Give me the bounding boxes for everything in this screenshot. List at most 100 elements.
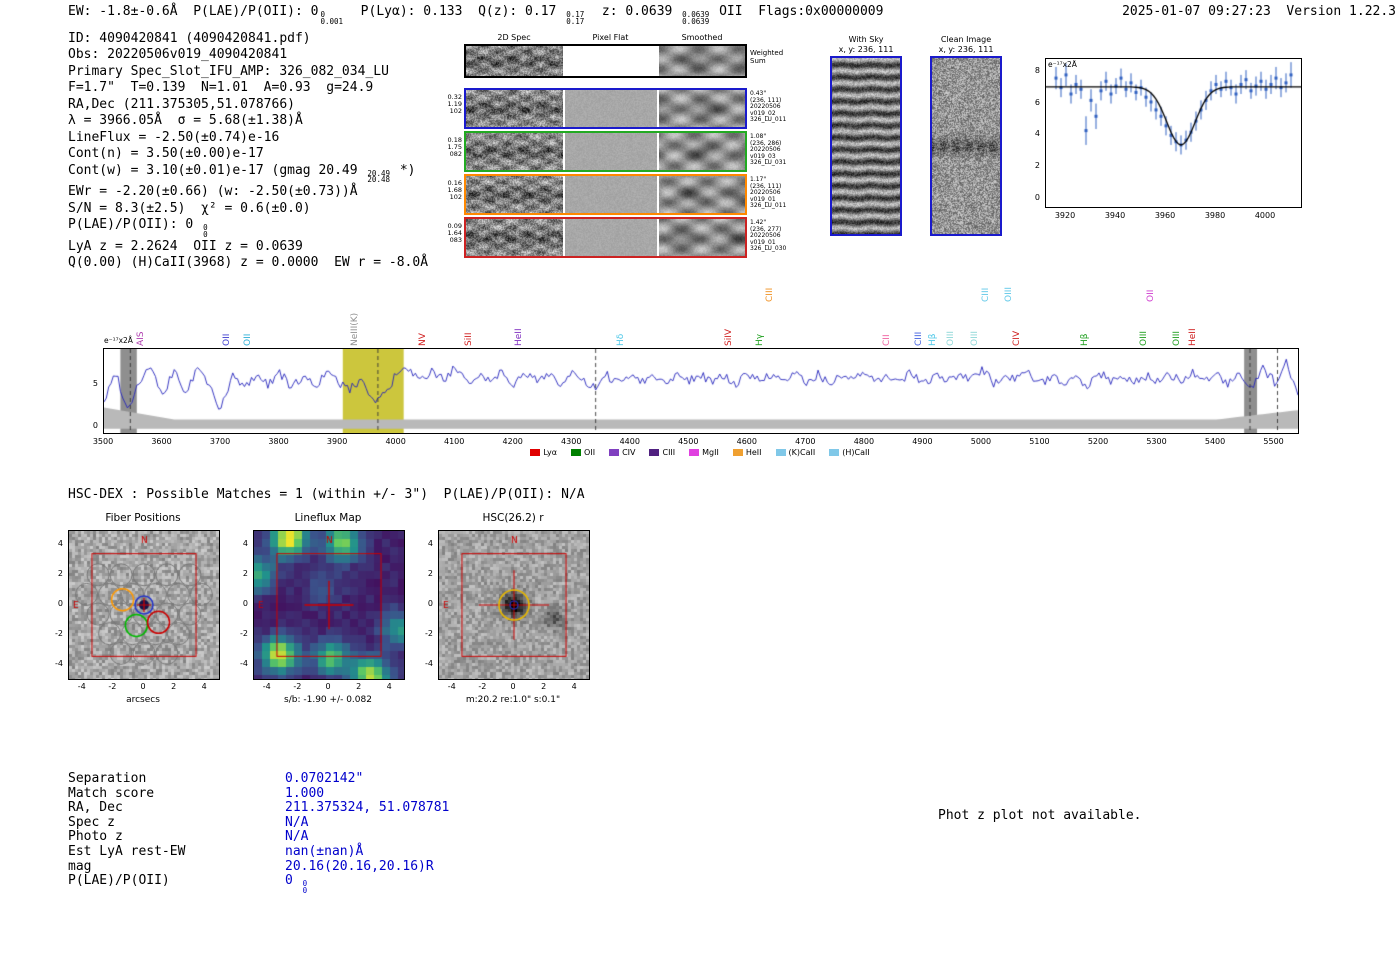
y-tick-label: 4 (1034, 129, 1040, 139)
x-tick-label: 4 (201, 682, 207, 691)
x-tick-label: 5000 (970, 437, 992, 446)
weighted-sum-label-line2: Sum (750, 56, 766, 65)
match-row: P(LAE)/P(OII) 0 00 (68, 873, 449, 895)
x-tick-label: 4000 (385, 437, 406, 446)
info-line: F=1.7" T=0.139 N=1.01 A=0.93 g=24.9 (68, 80, 374, 96)
x-tick-label: 4300 (561, 437, 582, 446)
spec2d-row1-canvas-c (659, 133, 745, 170)
x-tick-label: 3700 (209, 437, 231, 446)
x-tick-label: 4 (386, 682, 392, 691)
x-tick-label: 5500 (1263, 437, 1284, 446)
stacked-value: 00 (302, 879, 308, 895)
stacked-value: 0.17 0.17 (566, 10, 585, 26)
spec2d-row (464, 88, 747, 129)
y-tick-label: 0 (427, 599, 433, 608)
lineflux-map-title: Lineflux Map (294, 512, 362, 524)
x-tick-label: 3900 (326, 437, 348, 446)
x-tick-label: 4600 (736, 437, 757, 446)
match-row-label: P(LAE)/P(OII) (68, 873, 170, 889)
lineflux-xlabel: s/b: -1.90 +/- 0.082 (284, 695, 372, 705)
emission-line-label: Hβ (1080, 333, 1091, 346)
info-line: Primary Spec_Slot_IFU_AMP: 326_082_034_L… (68, 63, 389, 79)
info-line: ID: 4090420841 (4090420841.pdf) (68, 31, 311, 46)
x-tick-label: 0 (140, 682, 146, 691)
spec2d-row-annotations: 1.08" (236, 286) 20220506 v019_03 326_LU_031 (750, 133, 787, 167)
with-sky-title: With Sky (848, 35, 884, 44)
x-tick-label: 3980 (1204, 211, 1226, 220)
spectrum-legend: Lyα OII CIV CIII MgII HeII (K)CaII (H)CaII (103, 448, 1297, 457)
spec2d-row0-canvas-b (565, 90, 657, 127)
info-line: S/N = 8.3(±2.5) χ² = 0.6(±0.0) (68, 200, 311, 216)
emission-line-label: CIII (980, 287, 991, 302)
emission-line-label: CIV (1012, 330, 1023, 346)
y-tick-label: 0 (92, 421, 98, 431)
clean-image-coords: x, y: 236, 111 (938, 45, 994, 54)
spec2d-row3-canvas-c (659, 219, 745, 256)
x-tick-label: 4900 (912, 437, 933, 446)
x-tick-label: 4400 (619, 437, 640, 446)
fiber-positions-title: Fiber Positions (105, 512, 181, 524)
x-tick-label: 0 (510, 682, 516, 691)
stacked-value: 0 0.001 (320, 10, 344, 26)
line-fit-units-label: e⁻¹⁷x2Å (1048, 60, 1077, 69)
elixer-report: EW: -1.8±-0.6Å P(LAE)/P(OII): 0 0 0.001 P(… (0, 0, 1400, 953)
y-tick-label: 2 (1034, 161, 1040, 171)
match-row-value: nan(±nan)Å (285, 843, 364, 859)
x-tick-label: -2 (293, 682, 302, 691)
spec2d-weighted-row (464, 44, 747, 78)
emission-line-label: OII (222, 333, 233, 346)
emission-line-label: AIS (136, 331, 147, 346)
emission-line-label: OIII (1138, 330, 1149, 346)
header-timestamp-version: 2025-01-07 09:27:23 Version 1.22.3 (1122, 4, 1396, 19)
fiber-positions-canvas (69, 531, 219, 679)
legend-item: (H)CaII (829, 448, 870, 457)
y-tick-label: 0 (57, 599, 63, 608)
x-tick-label: 4800 (853, 437, 875, 446)
x-tick-label: -4 (77, 682, 86, 691)
match-row-label: RA, Dec (68, 800, 123, 816)
match-row-value: N/A (285, 829, 309, 845)
hsc-cutout-canvas (439, 531, 589, 679)
match-row-value: 0 00 (285, 873, 308, 895)
x-tick-label: 3920 (1054, 211, 1076, 220)
y-tick-label: -4 (55, 659, 63, 669)
match-row-label: mag (68, 858, 92, 874)
spec2d-row1-canvas-a (466, 133, 563, 170)
spec2d-row1-canvas-b (565, 133, 657, 170)
spec2d-row2-canvas-b (565, 176, 657, 213)
emission-line-label: SiIV (724, 328, 735, 346)
lineflux-map-box (253, 530, 405, 680)
y-tick-label: 2 (57, 568, 63, 578)
legend-item: OII (571, 448, 595, 457)
full-spectrum-canvas (104, 349, 1298, 433)
match-row: Spec z N/A (68, 815, 449, 831)
legend-swatch (530, 449, 541, 456)
header-summary-line: EW: -1.8±-0.6Å P(LAE)/P(OII): 0 0 0.001 P(… (68, 4, 884, 26)
match-row-label: Photo z (68, 829, 123, 845)
weighted-sum-label: Weighted Sum (750, 49, 783, 65)
spec2d-row (464, 174, 747, 215)
legend-swatch (732, 449, 743, 456)
spec2d-row (464, 131, 747, 172)
clean-image-canvas (932, 58, 1000, 234)
x-tick-label: -2 (478, 682, 487, 691)
lineflux-map-canvas (254, 531, 404, 679)
fiber-xlabel: arcsecs (126, 695, 160, 705)
hsc-xlabel: m:20.2 re:1.0" s:0.1" (465, 695, 561, 705)
x-tick-label: 3940 (1104, 211, 1126, 220)
spec2d-row-annotations: 0.43" (236, 111) 20220506 v019_02 326_LU_011 (750, 90, 787, 124)
match-row-label: Separation (68, 771, 147, 786)
line-fit-canvas (1046, 59, 1301, 207)
emission-line-label: Hγ (754, 333, 765, 346)
y-tick-label: 0 (242, 599, 248, 608)
emission-line-label: OIII (1172, 330, 1182, 346)
spec2d-row0-canvas-c (659, 90, 745, 127)
col-title-smoothed: Smoothed (681, 33, 723, 42)
legend-swatch (775, 449, 786, 456)
info-line: λ = 3966.05Å σ = 5.68(±1.38)Å (68, 113, 303, 129)
fiber-positions-box (68, 530, 220, 680)
spec2d-row0-canvas-a (466, 90, 563, 127)
stacked-value: 20.49 20.48 (367, 168, 390, 185)
legend-swatch (689, 449, 700, 456)
y-tick-label: -2 (425, 629, 433, 639)
